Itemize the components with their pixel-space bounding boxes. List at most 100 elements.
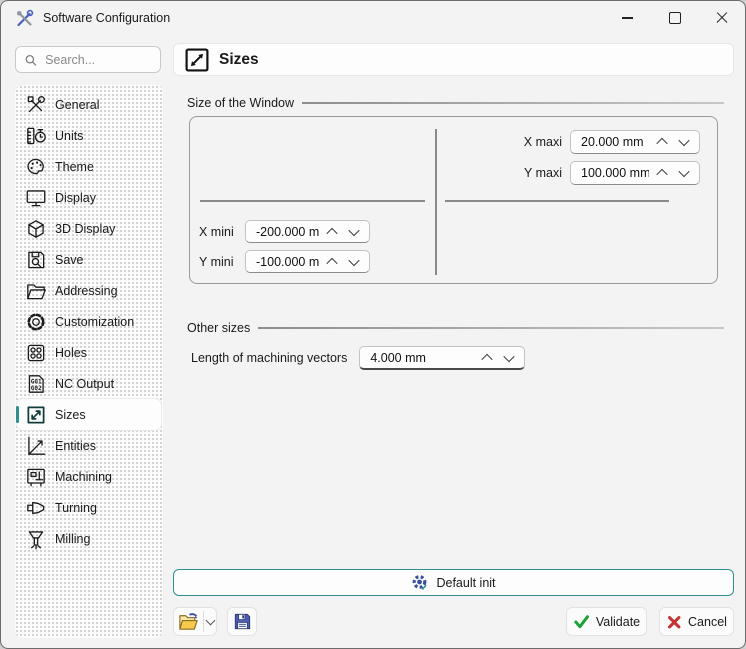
x-mini-spinner [245, 220, 370, 243]
y-mini-input[interactable] [254, 254, 321, 270]
chevron-up-icon [482, 353, 493, 364]
close-button[interactable] [698, 1, 745, 35]
sidebar-item-turning[interactable]: Turning [17, 492, 161, 523]
maximize-button[interactable] [651, 1, 698, 35]
validate-button[interactable]: Validate [566, 607, 647, 636]
sidebar-item-sizes[interactable]: Sizes [17, 399, 161, 430]
sidebar-item-label: Customization [55, 315, 134, 329]
y-maxi-label: Y maxi [504, 166, 562, 180]
save-disk-icon [24, 248, 48, 272]
search-icon [24, 52, 37, 68]
sidebar-item-label: Milling [55, 532, 90, 546]
save-config-button[interactable] [227, 607, 257, 636]
sidebar-item-holes[interactable]: Holes [17, 337, 161, 368]
sidebar-item-label: Display [55, 191, 96, 205]
open-folder-icon [24, 279, 48, 303]
y-mini-down-button[interactable] [343, 252, 365, 272]
sidebar-item-display[interactable]: Display [17, 182, 161, 213]
sidebar-item-theme[interactable]: Theme [17, 151, 161, 182]
sidebar-item-3d-display[interactable]: 3D Display [17, 213, 161, 244]
sidebar-item-label: NC Output [55, 377, 114, 391]
chevron-down-icon [678, 166, 689, 177]
x-mini-down-button[interactable] [343, 222, 365, 242]
palette-icon [24, 155, 48, 179]
entities-icon [24, 434, 48, 458]
gear-refresh-icon [411, 574, 429, 592]
sidebar-item-customization[interactable]: Customization [17, 306, 161, 337]
default-init-button[interactable]: Default init [173, 569, 734, 596]
chevron-down-icon [348, 254, 359, 265]
x-maxi-spinner [570, 130, 700, 154]
search-input[interactable] [43, 52, 152, 68]
x-maxi-input[interactable] [579, 134, 651, 150]
sidebar-item-nc-output[interactable]: G01 G02 NC Output [17, 368, 161, 399]
sidebar-item-label: Units [55, 129, 83, 143]
axis-horizontal-line-right [445, 200, 669, 202]
y-maxi-down-button[interactable] [673, 163, 695, 183]
group-title: Other sizes [187, 321, 250, 335]
close-icon [716, 12, 728, 24]
default-init-label: Default init [436, 576, 495, 590]
window-controls [604, 1, 745, 35]
x-mini-label: X mini [199, 225, 237, 239]
cube-icon [24, 217, 48, 241]
page-header: Sizes [173, 43, 734, 76]
cross-icon [666, 614, 682, 630]
y-maxi-up-button[interactable] [651, 163, 673, 183]
vector-length-spinner [359, 346, 525, 370]
titlebar: Software Configuration [1, 1, 745, 35]
vector-length-row: Length of machining vectors [191, 346, 525, 370]
sidebar-item-entities[interactable]: Entities [17, 430, 161, 461]
sidebar-item-label: Sizes [55, 408, 86, 422]
sidebar-item-milling[interactable]: Milling [17, 523, 161, 554]
group-rule [302, 102, 724, 104]
sidebar-item-label: Save [55, 253, 84, 267]
sidebar-item-label: Entities [55, 439, 96, 453]
maximize-icon [669, 12, 681, 24]
sizes-header-icon [184, 47, 210, 73]
vector-length-label: Length of machining vectors [191, 351, 347, 365]
sidebar-item-machining[interactable]: Machining [17, 461, 161, 492]
machining-icon [24, 465, 48, 489]
size-window-group-header: Size of the Window [187, 96, 724, 110]
minimize-icon [622, 17, 633, 18]
group-rule [258, 327, 724, 329]
x-maxi-up-button[interactable] [651, 132, 673, 152]
check-icon [573, 613, 590, 630]
x-mini-up-button[interactable] [321, 222, 343, 242]
sidebar-item-save[interactable]: Save [17, 244, 161, 275]
minimize-button[interactable] [604, 1, 651, 35]
chevron-up-icon [656, 169, 667, 180]
chevron-down-icon [504, 350, 515, 361]
sidebar-item-label: Addressing [55, 284, 118, 298]
y-maxi-input[interactable] [579, 165, 651, 181]
cancel-button[interactable]: Cancel [659, 607, 734, 636]
milling-icon [24, 527, 48, 551]
sidebar-item-units[interactable]: Units [17, 120, 161, 151]
chevron-down-icon [678, 135, 689, 146]
other-sizes-group-header: Other sizes [187, 321, 724, 335]
group-title: Size of the Window [187, 96, 294, 110]
sidebar-item-label: Machining [55, 470, 112, 484]
sidebar-item-label: Holes [55, 346, 87, 360]
y-mini-row: Y mini [199, 250, 370, 273]
svg-text:G02: G02 [31, 384, 42, 391]
x-maxi-label: X maxi [504, 135, 562, 149]
y-mini-up-button[interactable] [321, 252, 343, 272]
y-mini-spinner [245, 250, 370, 273]
vector-length-down-button[interactable] [498, 348, 520, 368]
validate-label: Validate [596, 615, 640, 629]
x-maxi-down-button[interactable] [673, 132, 695, 152]
sidebar-item-general[interactable]: General [17, 89, 161, 120]
y-mini-label: Y mini [199, 255, 237, 269]
vector-length-up-button[interactable] [476, 348, 498, 368]
turning-icon [24, 496, 48, 520]
x-mini-input[interactable] [254, 224, 321, 240]
chevron-down-icon [348, 224, 359, 235]
split-divider [203, 611, 204, 632]
gear-icon [24, 310, 48, 334]
sidebar-item-addressing[interactable]: Addressing [17, 275, 161, 306]
open-config-split-button[interactable] [173, 607, 217, 636]
x-maxi-row: X maxi [504, 130, 700, 154]
vector-length-input[interactable] [368, 350, 476, 366]
